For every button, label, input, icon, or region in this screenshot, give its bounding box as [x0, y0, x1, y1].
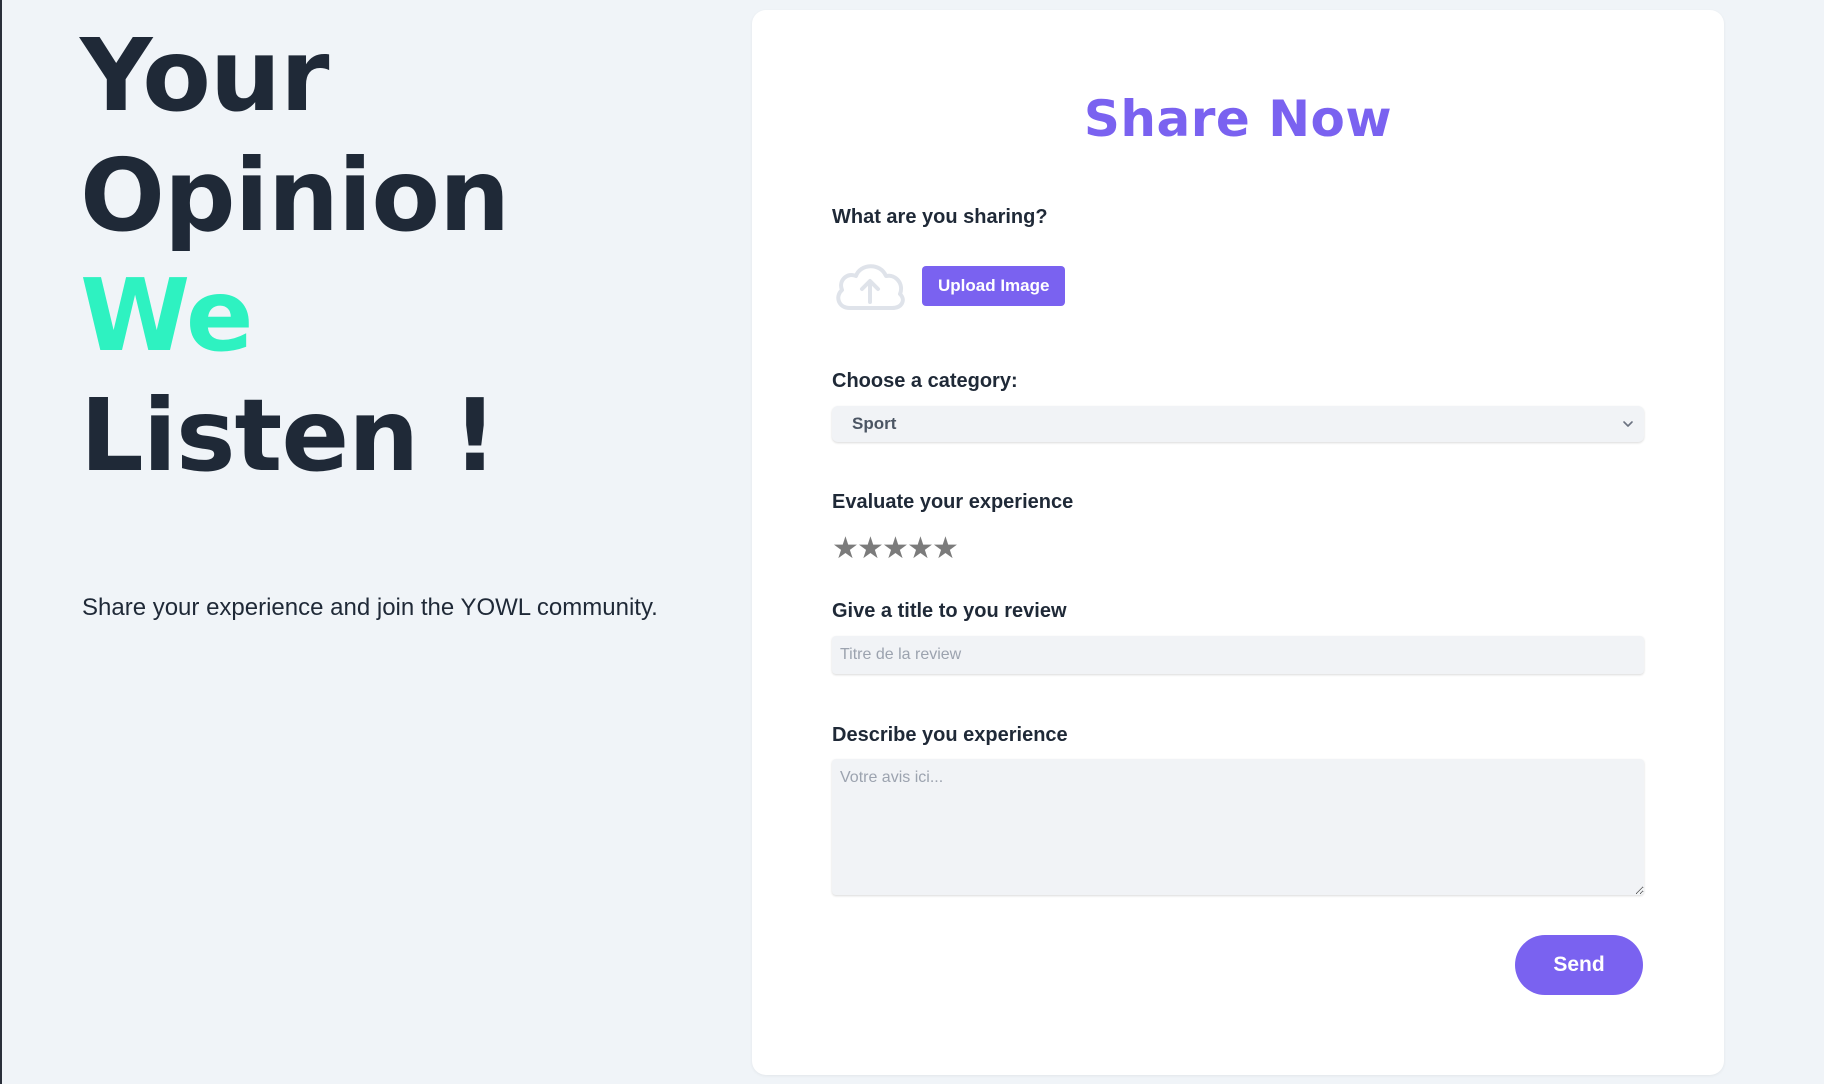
send-button[interactable]: Send [1515, 935, 1643, 995]
category-select[interactable]: Sport [832, 406, 1644, 442]
star-icon[interactable]: ★ [832, 534, 859, 564]
category-label: Choose a category: [832, 370, 1018, 392]
hero-line-we: We [80, 257, 254, 374]
cloud-upload-icon [832, 258, 908, 314]
star-icon[interactable]: ★ [932, 534, 959, 564]
hero-line-opinion: Opinion [80, 137, 510, 254]
window-edge [0, 0, 2, 1084]
upload-label: What are you sharing? [832, 206, 1048, 228]
hero-headline: Your Opinion We Listen ! [80, 16, 700, 496]
upload-image-button[interactable]: Upload Image [922, 266, 1066, 306]
review-title-label: Give a title to you review [832, 600, 1067, 622]
chevron-down-icon [1623, 421, 1633, 427]
review-title-input[interactable] [832, 636, 1644, 674]
star-icon[interactable]: ★ [857, 534, 884, 564]
star-rating: ★ ★ ★ ★ ★ [832, 534, 959, 564]
star-icon[interactable]: ★ [907, 534, 934, 564]
share-form-card: Share Now What are you sharing? Upload I… [752, 10, 1724, 1075]
hero-line-listen: Listen ! [80, 377, 498, 494]
upload-row: Upload Image [832, 258, 1066, 314]
category-selected-value: Sport [852, 414, 897, 433]
description-textarea[interactable] [832, 759, 1644, 895]
hero-subtitle: Share your experience and join the YOWL … [82, 594, 658, 621]
hero-line-your: Your [80, 17, 329, 134]
star-icon[interactable]: ★ [882, 534, 909, 564]
form-title: Share Now [1083, 90, 1393, 148]
rating-label: Evaluate your experience [832, 491, 1074, 513]
description-label: Describe you experience [832, 724, 1068, 746]
